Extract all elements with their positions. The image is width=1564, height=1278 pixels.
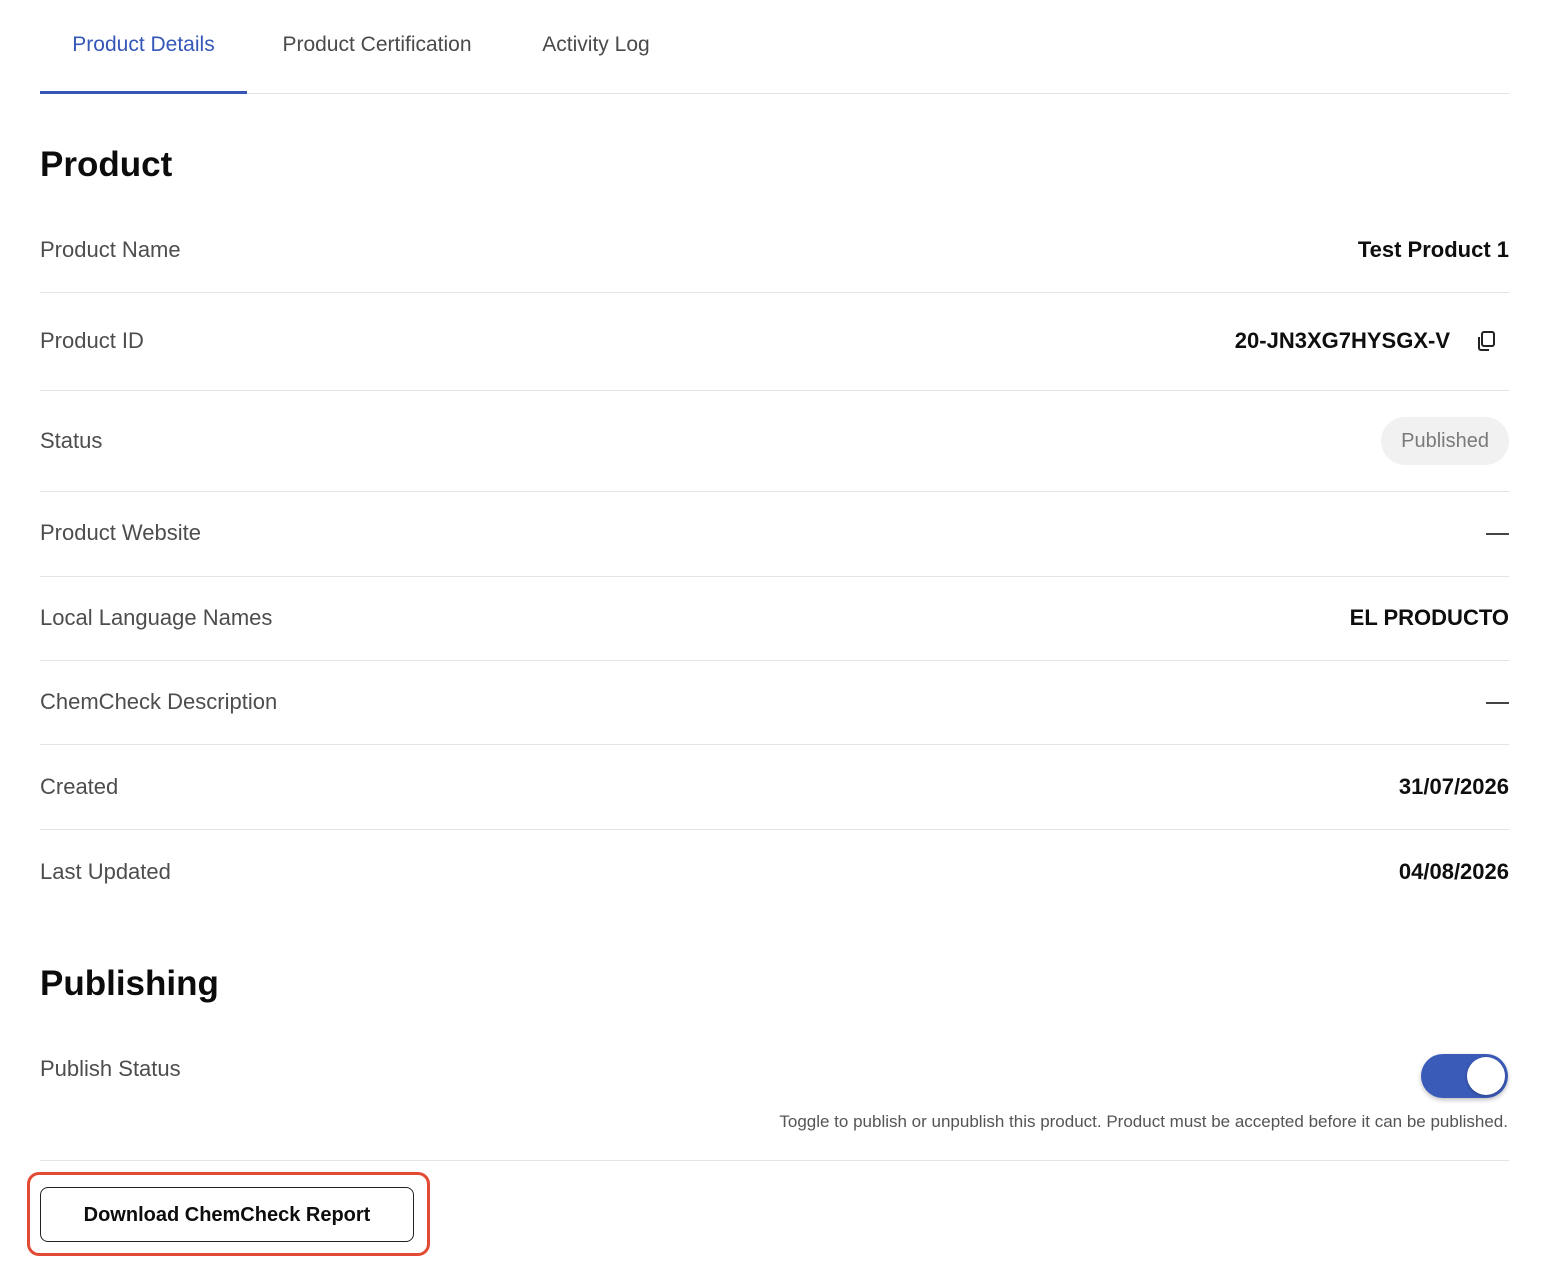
product-name-value: Test Product 1 <box>1357 237 1509 262</box>
copy-icon[interactable] <box>1475 330 1497 352</box>
created-row: Created 31/07/2026 <box>40 745 1509 830</box>
publishing-section-title: Publishing <box>40 964 219 1003</box>
product-website-row: Product Website <box>40 492 1509 577</box>
publish-helper-text: Toggle to publish or unpublish this prod… <box>779 1112 1508 1131</box>
last-updated-label: Last Updated <box>40 859 171 884</box>
status-label: Status <box>40 428 103 453</box>
product-id-row: Product ID 20-JN3XG7HYSGX-V <box>40 293 1509 391</box>
product-section-title: Product <box>40 145 173 184</box>
publish-toggle[interactable] <box>1421 1054 1508 1098</box>
chemcheck-description-row: ChemCheck Description <box>40 661 1509 745</box>
toggle-knob <box>1467 1057 1505 1095</box>
status-badge: Published <box>1381 417 1509 465</box>
tab-product-details[interactable]: Product Details <box>40 0 247 94</box>
product-website-label: Product Website <box>40 520 202 545</box>
local-language-names-row: Local Language Names EL PRODUCTO <box>40 577 1509 661</box>
publish-status-label: Publish Status <box>40 1056 181 1081</box>
download-chemcheck-report-button[interactable]: Download ChemCheck Report <box>40 1187 414 1242</box>
tab-bar: Product Details Product Certification Ac… <box>40 0 1509 94</box>
product-id-value: 20-JN3XG7HYSGX-V <box>1234 328 1450 353</box>
last-updated-row: Last Updated 04/08/2026 <box>40 830 1509 910</box>
last-updated-value: 04/08/2026 <box>1398 859 1509 884</box>
product-name-label: Product Name <box>40 237 181 262</box>
tab-product-certification[interactable]: Product Certification <box>277 0 477 93</box>
product-name-row: Product Name Test Product 1 <box>40 205 1509 293</box>
product-id-label: Product ID <box>40 328 144 353</box>
chemcheck-description-label: ChemCheck Description <box>40 689 278 714</box>
tab-activity-log[interactable]: Activity Log <box>538 0 654 93</box>
local-language-names-value: EL PRODUCTO <box>1349 605 1509 630</box>
product-website-empty-value <box>1486 533 1509 535</box>
status-row: Status Published <box>40 391 1509 492</box>
created-value: 31/07/2026 <box>1398 774 1509 799</box>
created-label: Created <box>40 774 119 799</box>
section-divider <box>40 1160 1509 1161</box>
local-language-names-label: Local Language Names <box>40 605 273 630</box>
chemcheck-description-empty-value <box>1486 702 1509 704</box>
